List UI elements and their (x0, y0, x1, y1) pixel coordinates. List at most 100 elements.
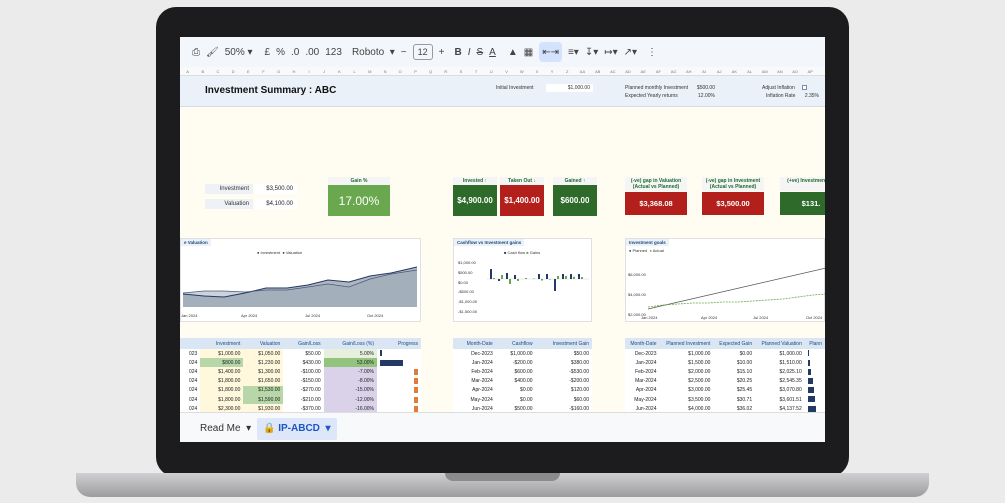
table-cell[interactable]: $600.00 (496, 367, 536, 376)
table-cell[interactable]: -$210.00 (283, 395, 323, 404)
table-cell[interactable]: Apr-2024 (625, 386, 660, 395)
column-header[interactable]: N (377, 67, 392, 75)
column-header[interactable]: X (529, 67, 544, 75)
tab-ip-abcd[interactable]: 🔒 IP-ABCD ▾ (257, 418, 337, 440)
column-header[interactable]: H (286, 67, 301, 75)
text-wrap-icon[interactable]: ↦▾ (604, 42, 617, 62)
column-header[interactable]: P (408, 67, 423, 75)
column-header[interactable]: J (317, 67, 332, 75)
column-header[interactable]: AN (772, 67, 787, 75)
column-header[interactable]: AM (757, 67, 772, 75)
column-header[interactable]: L (347, 67, 362, 75)
table-cell[interactable]: $1,000.00 (755, 349, 805, 358)
planned-monthly-value[interactable]: $500.00 (690, 84, 718, 92)
column-header[interactable]: B (195, 67, 210, 75)
table-cell[interactable]: $800.00 (200, 358, 244, 368)
column-header[interactable]: Z (560, 67, 575, 75)
table-cell[interactable]: $2,025.10 (755, 367, 805, 376)
inflation-rate-value[interactable]: 2.35% (798, 92, 822, 100)
table-cell[interactable]: 024 (180, 395, 200, 404)
column-header[interactable]: AK (727, 67, 742, 75)
table-cell[interactable]: -12.00% (323, 394, 377, 405)
table-cell[interactable]: Jan-2024 (453, 358, 496, 367)
table-cell[interactable]: May-2024 (453, 395, 496, 404)
column-header[interactable]: AO (788, 67, 803, 75)
column-header[interactable]: AL (742, 67, 757, 75)
column-header[interactable]: T (469, 67, 484, 75)
column-header[interactable]: Q (423, 67, 438, 75)
table-cell[interactable]: $30.71 (713, 395, 755, 404)
table-cell[interactable]: Feb-2024 (625, 367, 660, 376)
currency-button[interactable]: £ (265, 42, 271, 62)
increase-decimal-button[interactable]: .00 (305, 42, 319, 62)
table-cell[interactable]: $3,601.51 (755, 395, 805, 404)
table-cell[interactable]: 023 (180, 349, 200, 358)
column-header[interactable]: C (210, 67, 225, 75)
merge-cells-icon[interactable]: ⇤⇥ (539, 42, 562, 62)
column-header[interactable]: G (271, 67, 286, 75)
table-cell[interactable]: Feb-2024 (453, 367, 496, 376)
table-cell[interactable]: $430.00 (283, 358, 323, 367)
column-header[interactable]: K (332, 67, 347, 75)
column-header[interactable]: U (484, 67, 499, 75)
align-icon[interactable]: ≡▾ (568, 42, 579, 62)
table-cell[interactable]: -$270.00 (283, 386, 323, 395)
column-header[interactable]: O (393, 67, 408, 75)
table-cell[interactable]: -$200.00 (496, 358, 536, 367)
table-cell[interactable]: $2,545.35 (755, 377, 805, 386)
column-header[interactable]: D (226, 67, 241, 75)
table-cell[interactable]: $25.45 (713, 386, 755, 395)
table-cell[interactable]: $1,230.00 (243, 358, 284, 368)
number-format-button[interactable]: 123 (325, 42, 342, 62)
table-cell[interactable]: $3,500.00 (660, 395, 714, 404)
table-cell[interactable]: May-2024 (625, 395, 660, 404)
table-cell[interactable]: $0.00 (496, 386, 536, 395)
column-header[interactable]: Y (545, 67, 560, 75)
table-cell[interactable]: $1,400.00 (200, 367, 244, 377)
table-cell[interactable]: $50.00 (283, 349, 323, 358)
column-header[interactable]: A (180, 67, 195, 75)
table-cell[interactable]: $1,000.00 (496, 349, 536, 358)
column-header[interactable]: AD (620, 67, 635, 75)
column-header[interactable]: AJ (712, 67, 727, 75)
table-cell[interactable]: 024 (180, 367, 200, 376)
italic-button[interactable]: I (468, 42, 471, 62)
borders-icon[interactable]: ▦ (524, 42, 533, 62)
table-cell[interactable]: $1,800.00 (200, 394, 244, 405)
table-cell[interactable]: $3,070.80 (755, 386, 805, 395)
column-header[interactable]: AB (590, 67, 605, 75)
table-cell[interactable]: Mar-2024 (453, 377, 496, 386)
tab-read-me[interactable]: Read Me ▾ (194, 418, 257, 440)
table-cell[interactable]: -$200.00 (536, 377, 592, 386)
table-cell[interactable]: 5.00% (323, 349, 377, 359)
table-cell[interactable]: $10.00 (713, 358, 755, 367)
table-cell[interactable]: $1,500.00 (660, 358, 714, 367)
column-header[interactable]: W (514, 67, 529, 75)
table-cell[interactable]: -$150.00 (283, 377, 323, 386)
column-header[interactable]: S (453, 67, 468, 75)
initial-investment-value[interactable]: $1,000.00 (546, 84, 593, 92)
fill-color-icon[interactable]: ▲ (508, 42, 518, 62)
decrease-decimal-button[interactable]: .0 (291, 42, 299, 62)
table-cell[interactable]: Mar-2024 (625, 377, 660, 386)
table-cell[interactable]: -15.00% (323, 385, 377, 395)
table-cell[interactable]: $1,530.00 (243, 385, 284, 395)
column-header[interactable]: AE (636, 67, 651, 75)
column-header[interactable]: AC (605, 67, 620, 75)
table-cell[interactable]: $2,000.00 (660, 367, 714, 376)
column-header[interactable]: AP (803, 67, 818, 75)
table-cell[interactable]: $1,050.00 (243, 349, 284, 359)
table-cell[interactable]: $120.00 (536, 386, 592, 395)
table-cell[interactable]: $1,510.00 (755, 358, 805, 367)
paint-format-icon[interactable]: 🖌 (206, 42, 219, 62)
column-header[interactable]: AH (681, 67, 696, 75)
text-color-button[interactable]: A (489, 42, 496, 62)
table-cell[interactable]: $1,650.00 (243, 376, 284, 386)
table-cell[interactable]: Apr-2024 (453, 386, 496, 395)
column-header[interactable]: AF (651, 67, 666, 75)
text-rotate-icon[interactable]: ↗▾ (624, 42, 637, 62)
font-select[interactable]: Roboto ▾ (352, 42, 395, 62)
table-cell[interactable]: $1,800.00 (200, 376, 244, 386)
column-header[interactable]: AA (575, 67, 590, 75)
column-header[interactable]: M (362, 67, 377, 75)
